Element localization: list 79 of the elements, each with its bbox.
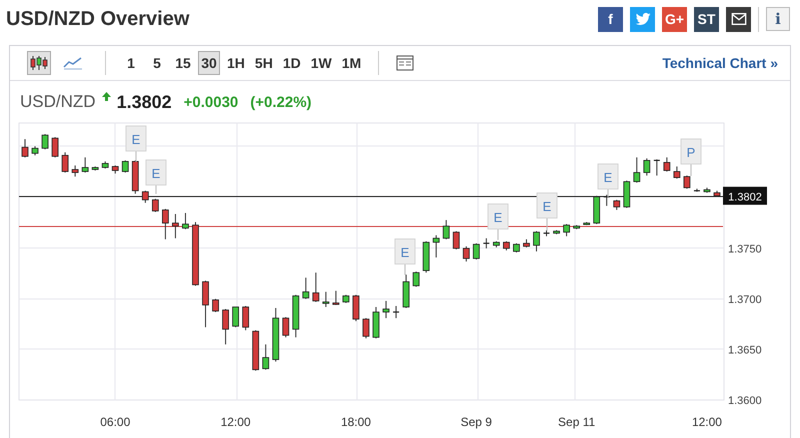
candlestick xyxy=(72,164,79,178)
candlestick xyxy=(212,298,219,313)
candlestick xyxy=(352,294,360,322)
x-axis-label: 06:00 xyxy=(100,415,130,429)
percent-change: (+0.22%) xyxy=(250,94,312,110)
candlestick xyxy=(452,230,460,250)
candlestick-chart-button[interactable] xyxy=(27,51,51,75)
share-button[interactable]: G+ xyxy=(662,6,687,32)
price-value: 1.3802 xyxy=(116,92,172,112)
candlestick xyxy=(684,175,690,190)
candlestick xyxy=(122,160,129,174)
candlestick xyxy=(42,134,48,150)
candlestick xyxy=(172,213,179,239)
candlestick xyxy=(82,156,89,174)
candlestick xyxy=(643,158,650,176)
candlestick xyxy=(182,212,189,230)
page-title: USD/NZD Overview xyxy=(6,8,190,30)
candlestick xyxy=(382,300,390,319)
y-axis-label: 1.3650 xyxy=(728,344,762,356)
timeframe-button[interactable]: 1 xyxy=(120,51,142,75)
candlestick xyxy=(362,318,370,339)
current-price-label: 1.3802 xyxy=(723,186,767,205)
candlestick xyxy=(482,238,490,249)
share-button[interactable]: ST xyxy=(694,6,719,32)
candlestick xyxy=(502,240,510,251)
y-axis-label: 1.3750 xyxy=(728,243,762,256)
candlestick xyxy=(222,308,229,345)
timeframe-button[interactable]: 1W xyxy=(308,51,335,75)
candlestick xyxy=(533,230,540,252)
candlestick xyxy=(142,190,149,204)
candlestick xyxy=(462,246,470,262)
x-axis-label: Sep 11 xyxy=(558,415,596,429)
candlestick xyxy=(282,316,290,338)
timeframe-button[interactable]: 1M xyxy=(338,51,364,75)
candlestick xyxy=(563,224,570,237)
email-button[interactable] xyxy=(726,6,751,32)
timeframe-button[interactable]: 30 xyxy=(198,51,220,75)
timeframe-button[interactable]: 5 xyxy=(146,51,168,75)
candlestick xyxy=(22,138,28,158)
candlestick xyxy=(32,146,38,156)
candlestick xyxy=(302,277,310,300)
timeframe-button[interactable]: 1D xyxy=(280,51,304,75)
technical-chart-link[interactable]: Technical Chart » xyxy=(662,55,778,71)
timeframe-button[interactable]: 1H xyxy=(224,51,248,75)
x-axis-label: Sep 9 xyxy=(460,415,492,429)
candlestick xyxy=(202,280,209,328)
share-button[interactable]: f xyxy=(598,6,623,32)
y-axis-label: 1.3600 xyxy=(728,395,762,407)
candlestick xyxy=(242,305,250,331)
candlestick xyxy=(613,199,620,210)
timeframe-button[interactable]: 5H xyxy=(252,51,276,75)
candlestick xyxy=(633,156,640,184)
candlestick xyxy=(322,291,330,308)
candlestick xyxy=(52,136,58,158)
candlestick xyxy=(432,234,440,258)
x-axis-label: 12:00 xyxy=(220,415,251,429)
x-axis-label: 12:00 xyxy=(692,415,722,429)
envelope-icon xyxy=(728,11,748,27)
candlestick xyxy=(663,156,670,172)
timeframe-button[interactable]: 15 xyxy=(172,51,194,75)
x-axis-label: 18:00 xyxy=(340,415,371,429)
symbol-label: USD/NZD xyxy=(20,92,96,112)
candlestick xyxy=(472,242,480,260)
candlestick xyxy=(262,344,270,370)
info-button[interactable]: i xyxy=(766,7,790,31)
candlestick xyxy=(312,272,320,302)
candlestick xyxy=(332,290,340,306)
candlestick xyxy=(513,242,520,253)
candlestick xyxy=(62,152,69,174)
candlestick xyxy=(412,271,420,288)
candlestick xyxy=(232,306,240,328)
price-change: +0.0030 xyxy=(184,94,238,110)
y-axis-label: 1.3700 xyxy=(728,294,762,306)
candlestick xyxy=(673,166,680,180)
candlestick xyxy=(162,208,169,240)
candlestick xyxy=(442,220,450,240)
candlestick xyxy=(152,198,159,212)
share-button[interactable] xyxy=(630,6,655,32)
bird-icon xyxy=(634,10,652,28)
